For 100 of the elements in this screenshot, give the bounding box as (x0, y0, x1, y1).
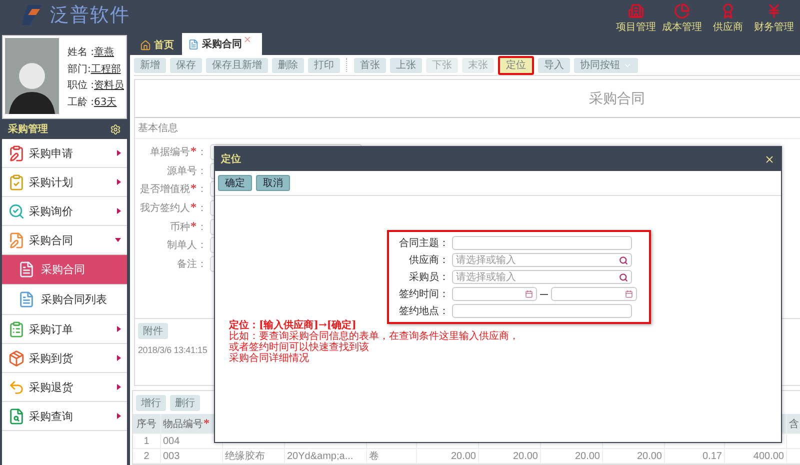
field-label: 合同主题： (398, 236, 449, 250)
toolbar-button[interactable]: 首张 (354, 58, 386, 72)
yen-icon (766, 3, 782, 19)
toolbar-button[interactable]: 协同按钮 (574, 58, 638, 72)
date-field[interactable] (551, 287, 637, 301)
calendar-icon[interactable] (625, 290, 633, 298)
document-icon (18, 261, 35, 278)
required-icon (191, 222, 196, 227)
date-field[interactable] (452, 287, 537, 301)
clipboard-icon (8, 144, 25, 162)
input-field[interactable] (452, 236, 632, 250)
caret-right-icon (117, 413, 121, 419)
timestamp: 2018/3/6 13:41:15 (138, 345, 208, 355)
award-ribbon-icon (720, 3, 736, 19)
caret-down-icon (115, 238, 121, 242)
home-icon (140, 40, 151, 50)
column-header: 含 (789, 418, 799, 430)
caret-right-icon (117, 384, 121, 390)
toolbar-button[interactable]: 导入 (538, 58, 570, 72)
tab[interactable]: 采购合同 (182, 33, 262, 55)
caret-right-icon (117, 208, 121, 214)
toolbar-button[interactable]: 保存且新增 (206, 58, 268, 72)
return-arrow-icon (8, 378, 25, 396)
calendar-icon[interactable] (525, 290, 533, 298)
sidebar-item[interactable]: 采购订单 (2, 315, 127, 344)
table-cell: 004 (163, 436, 180, 446)
profile-field: 工龄 :63天 (67, 94, 124, 109)
required-icon (191, 203, 196, 208)
table-cell: 0.17 (702, 450, 722, 462)
building-icon (628, 3, 644, 19)
package-icon (8, 350, 25, 366)
field-label: 源单号： (166, 164, 207, 178)
settings-icon[interactable] (110, 124, 121, 134)
lookup-field[interactable]: 请选择或输入 (452, 270, 632, 284)
field-label: 备注： (176, 258, 207, 271)
table-cell: 400.00 (753, 450, 784, 462)
field-label: 单据编号 ： (149, 146, 207, 160)
table-button[interactable]: 删行 (170, 395, 200, 411)
caret-right-icon (117, 150, 121, 156)
lookup-field[interactable]: 请选择或输入 (452, 253, 632, 267)
column-header: 序号 (136, 418, 156, 430)
toolbar-button[interactable]: 上张 (390, 58, 422, 72)
required-icon (191, 184, 196, 190)
sidebar-item[interactable]: 采购查询 (2, 402, 127, 431)
document-icon (188, 38, 199, 50)
sidebar-subitem[interactable]: 采购合同 (2, 255, 127, 285)
dialog-button[interactable]: 取消 (256, 175, 290, 191)
profile-field: 姓名 :章燕 (67, 45, 124, 60)
profile-field: 部门:工程部 (67, 62, 124, 76)
sidebar-item[interactable]: 采购退货 (2, 373, 127, 402)
clipboard-check-icon (8, 174, 25, 190)
pie-chart-icon (674, 3, 690, 19)
caret-right-icon (117, 326, 121, 332)
annotation-text: 比如：要查询采购合同信息的表单，在查询条件这里输入供应商， (229, 331, 520, 342)
tab[interactable]: 首页 (134, 35, 180, 55)
sidebar-item[interactable]: 采购计划 (2, 168, 127, 197)
nav-item[interactable]: 供应商 (710, 3, 746, 34)
attach-button[interactable]: 附件 (138, 323, 168, 339)
close-icon[interactable] (764, 154, 775, 164)
table-cell: 20.00 (636, 450, 662, 462)
caret-right-icon (117, 179, 121, 185)
toolbar-button[interactable]: 打印 (308, 58, 340, 72)
form-title: 采购合同 (589, 90, 645, 108)
section-title: 基本信息 (138, 122, 178, 135)
input-field[interactable] (452, 304, 632, 318)
sidebar-item[interactable]: 采购询价 (2, 197, 127, 226)
search-icon[interactable] (619, 256, 628, 264)
table-button[interactable]: 增行 (136, 395, 166, 411)
nav-item[interactable]: 财务管理 (756, 3, 792, 34)
required-icon (204, 418, 209, 424)
field-label: 供应商： (408, 254, 449, 267)
toolbar-button[interactable]: 新增 (134, 58, 166, 72)
toolbar-button[interactable]: 删除 (272, 58, 304, 72)
annotation-text: 或者签约时间可以快速查找到该 (229, 342, 370, 353)
nav-item[interactable]: 项目管理 (618, 3, 654, 34)
annotation-text: 采购合同详细情况 (229, 353, 310, 364)
column-header: 物品编号 (163, 416, 210, 430)
toolbar-button[interactable]: 定位 (498, 56, 534, 74)
table-cell-text: 卷 (369, 450, 379, 463)
table-cell-text: 绝缘胶布 (225, 450, 265, 463)
table-cell: 20.00 (512, 450, 538, 462)
dialog-button[interactable]: 确定 (218, 175, 252, 191)
sidebar-item[interactable]: 采购到货 (2, 344, 127, 373)
field-label: 是否增值税 ： (139, 182, 207, 196)
table-cell: 20.00 (574, 450, 600, 462)
document-pen-icon (8, 232, 25, 248)
toolbar-button[interactable]: 保存 (170, 58, 202, 72)
table-cell: 20.00 (450, 450, 476, 462)
nav-item[interactable]: 成本管理 (664, 3, 700, 34)
document-icon (18, 291, 35, 308)
field-label: 签约地点： (398, 304, 449, 318)
table-cell: 20Yd&amp;a... (287, 450, 354, 462)
required-icon (191, 147, 196, 152)
dialog-title: 定位 (221, 152, 241, 166)
field-label: 制单人： (166, 238, 207, 252)
search-icon[interactable] (619, 272, 628, 282)
annotation-text: 定位：[输入供应商]→[确定] (229, 320, 358, 331)
sidebar-item[interactable]: 采购申请 (2, 139, 127, 168)
caret-right-icon (117, 355, 121, 361)
field-label: 签约时间： (398, 288, 449, 301)
